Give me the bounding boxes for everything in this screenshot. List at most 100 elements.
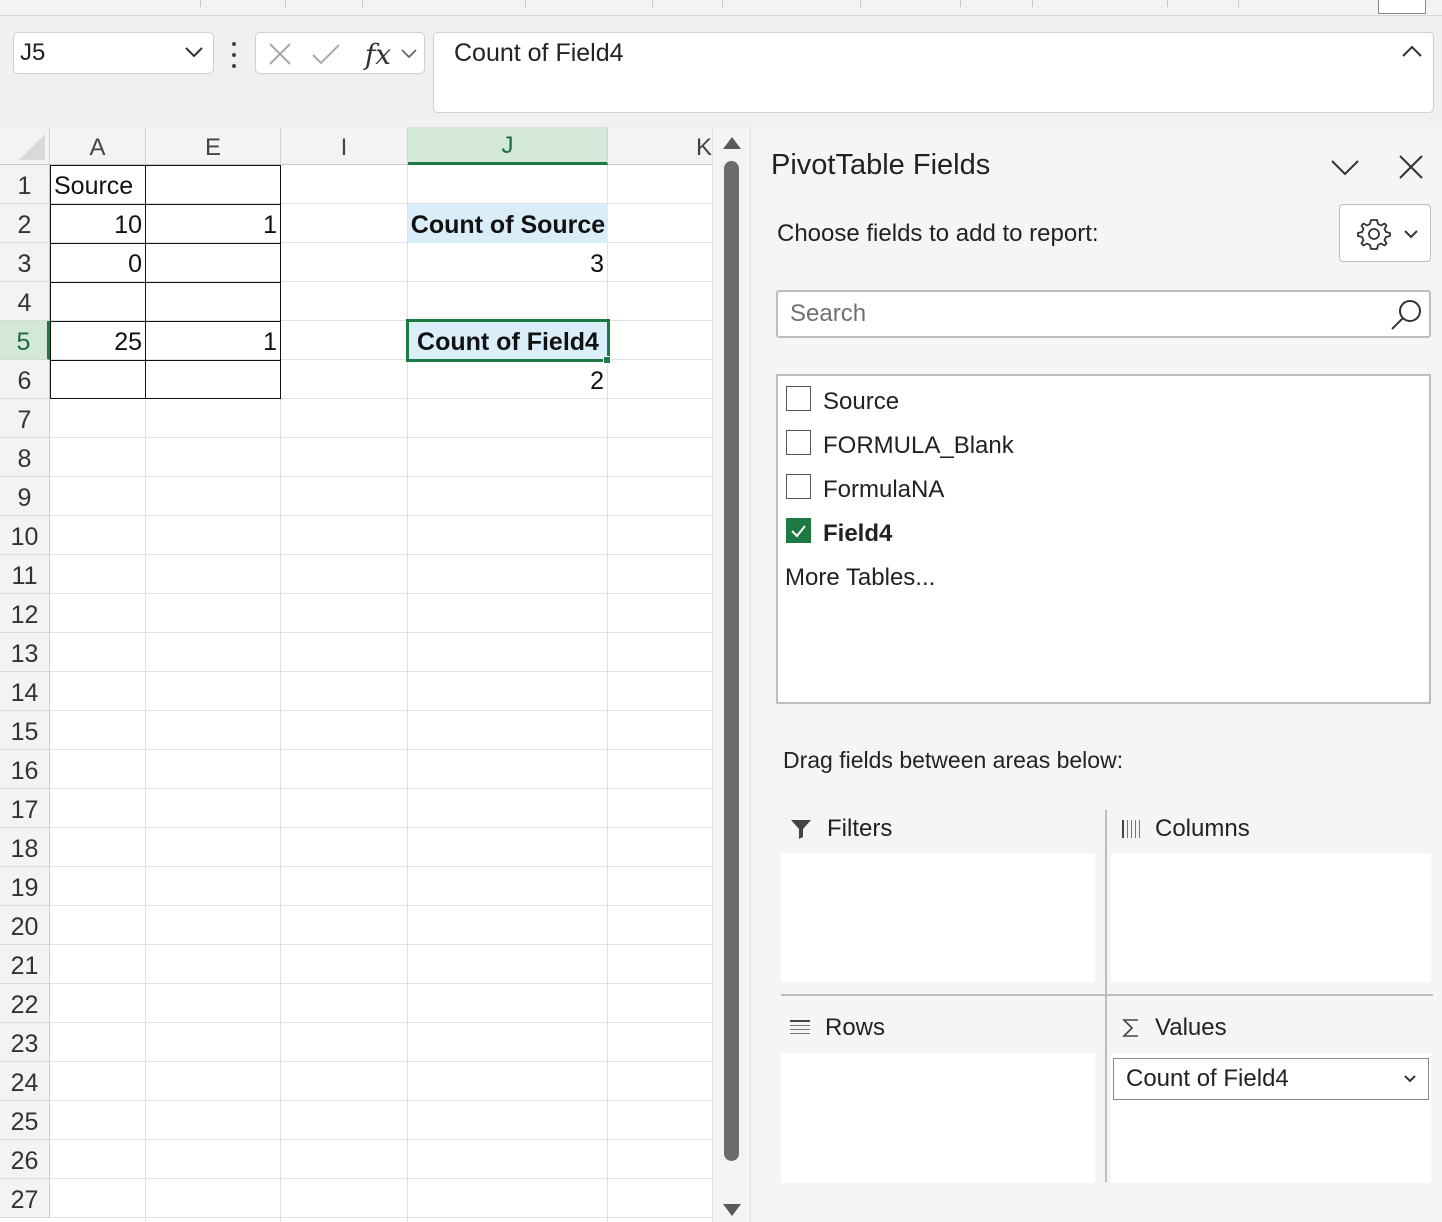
- formula-input[interactable]: Count of Field4: [433, 32, 1434, 113]
- row-header-12[interactable]: 12: [0, 594, 50, 633]
- select-all-corner[interactable]: [0, 127, 50, 165]
- row-header-5[interactable]: 5: [0, 321, 50, 360]
- sigma-icon: [1122, 1019, 1138, 1037]
- drag-fields-label: Drag fields between areas below:: [783, 747, 1124, 773]
- row-header-21[interactable]: 21: [0, 945, 50, 984]
- rows-icon: [790, 1020, 810, 1034]
- field-item-formulana[interactable]: FormulaNA: [786, 472, 944, 508]
- insert-function-button[interactable]: fx: [358, 37, 398, 71]
- field-label: FORMULA_Blank: [823, 432, 1014, 459]
- pivot-value-count-of-field4[interactable]: 2: [408, 360, 608, 399]
- chevron-down-icon[interactable]: [183, 41, 205, 63]
- row-header-2[interactable]: 2: [0, 204, 50, 243]
- row-header-4[interactable]: 4: [0, 282, 50, 321]
- column-header-k[interactable]: K: [608, 127, 712, 165]
- choose-fields-label: Choose fields to add to report:: [777, 220, 1099, 247]
- row-header-1[interactable]: 1: [0, 165, 50, 204]
- vertical-scrollbar[interactable]: [712, 127, 750, 1222]
- search-input[interactable]: [778, 292, 1378, 336]
- chevron-down-icon: [1404, 230, 1418, 239]
- name-box[interactable]: J5: [13, 32, 214, 74]
- more-options-icon[interactable]: [226, 42, 242, 68]
- columns-drop-area[interactable]: [1111, 854, 1431, 982]
- pivottable-fields-pane: PivotTable Fields Choose fields to add t…: [750, 127, 1442, 1222]
- row-header-17[interactable]: 17: [0, 789, 50, 828]
- filters-drop-area[interactable]: [781, 854, 1095, 982]
- row-header-10[interactable]: 10: [0, 516, 50, 555]
- pivot-value-count-of-source[interactable]: 3: [408, 243, 608, 282]
- search-icon[interactable]: [1387, 296, 1425, 334]
- chevron-down-icon[interactable]: [1329, 151, 1361, 183]
- values-label: Values: [1155, 1014, 1227, 1041]
- worksheet-grid[interactable]: A E I J K 1 2 3 4 5 6 7 8 9 10 11 12 13 14 15 16 17 18 19 2…: [0, 127, 712, 1222]
- field-item-formula-blank[interactable]: FORMULA_Blank: [786, 428, 1014, 464]
- value-field-count-of-field4[interactable]: Count of Field4: [1113, 1058, 1429, 1100]
- field-label: Field4: [823, 520, 893, 547]
- more-tables-link[interactable]: More Tables...: [785, 564, 935, 592]
- field-list: Source FORMULA_Blank FormulaNA Field4 Mo…: [776, 374, 1431, 704]
- rows-drop-area[interactable]: [781, 1053, 1095, 1183]
- row-header-7[interactable]: 7: [0, 399, 50, 438]
- fill-handle[interactable]: [603, 356, 611, 364]
- formula-bar-area: J5 fx Count of Field4: [0, 16, 1442, 127]
- row-header-27[interactable]: 27: [0, 1179, 50, 1218]
- row-header-15[interactable]: 15: [0, 711, 50, 750]
- row-header-3[interactable]: 3: [0, 243, 50, 282]
- pivot-header-count-of-source[interactable]: Count of Source: [408, 204, 608, 243]
- values-area-header: Values: [1121, 1011, 1227, 1045]
- checkbox[interactable]: [786, 473, 811, 499]
- ribbon-button[interactable]: [1378, 0, 1426, 14]
- row-header-6[interactable]: 6: [0, 360, 50, 399]
- row-header-8[interactable]: 8: [0, 438, 50, 477]
- selected-cell[interactable]: [406, 319, 610, 362]
- chevron-up-icon[interactable]: [1399, 39, 1425, 65]
- enter-icon[interactable]: [310, 39, 342, 69]
- column-header-a[interactable]: A: [50, 127, 146, 165]
- checkbox[interactable]: [786, 385, 811, 411]
- row-header-26[interactable]: 26: [0, 1140, 50, 1179]
- filter-icon: [791, 820, 811, 839]
- column-header-e[interactable]: E: [146, 127, 281, 165]
- row-header-18[interactable]: 18: [0, 828, 50, 867]
- field-search[interactable]: [776, 290, 1431, 338]
- fx-icon: fx: [364, 37, 392, 71]
- row-header-19[interactable]: 19: [0, 867, 50, 906]
- gear-icon: [1357, 219, 1391, 250]
- row-header-11[interactable]: 11: [0, 555, 50, 594]
- row-header-16[interactable]: 16: [0, 750, 50, 789]
- rows-area-header: Rows: [789, 1011, 885, 1045]
- scrollbar-thumb[interactable]: [724, 161, 739, 1161]
- columns-icon: [1122, 820, 1140, 838]
- close-icon[interactable]: [1395, 151, 1427, 183]
- cancel-icon[interactable]: [264, 39, 296, 69]
- filters-area-header: Filters: [789, 812, 892, 846]
- row-header-23[interactable]: 23: [0, 1023, 50, 1062]
- row-header-13[interactable]: 13: [0, 633, 50, 672]
- field-list-settings-button[interactable]: [1339, 204, 1431, 262]
- row-header-22[interactable]: 22: [0, 984, 50, 1023]
- checkbox-checked[interactable]: [786, 517, 811, 543]
- row-header-25[interactable]: 25: [0, 1101, 50, 1140]
- row-header-14[interactable]: 14: [0, 672, 50, 711]
- pane-title: PivotTable Fields: [771, 149, 991, 181]
- column-header-j[interactable]: J: [408, 127, 608, 165]
- rows-label: Rows: [825, 1014, 886, 1041]
- field-item-field4[interactable]: Field4: [786, 516, 892, 552]
- row-header-20[interactable]: 20: [0, 906, 50, 945]
- columns-area-header: Columns: [1121, 812, 1250, 846]
- column-header-i[interactable]: I: [281, 127, 408, 165]
- scroll-down-icon[interactable]: [723, 1204, 741, 1216]
- formula-buttons: fx: [255, 32, 425, 74]
- formula-text: Count of Field4: [454, 39, 624, 67]
- checkbox[interactable]: [786, 429, 811, 455]
- chevron-down-icon[interactable]: [396, 39, 422, 69]
- row-header-24[interactable]: 24: [0, 1062, 50, 1101]
- scroll-up-icon[interactable]: [723, 137, 741, 149]
- ribbon-strip: [0, 0, 1442, 16]
- field-item-source[interactable]: Source: [786, 384, 899, 420]
- name-box-value: J5: [20, 39, 46, 66]
- chevron-down-icon[interactable]: [1402, 1071, 1418, 1087]
- columns-label: Columns: [1155, 815, 1250, 842]
- value-field-label: Count of Field4: [1126, 1065, 1289, 1092]
- row-header-9[interactable]: 9: [0, 477, 50, 516]
